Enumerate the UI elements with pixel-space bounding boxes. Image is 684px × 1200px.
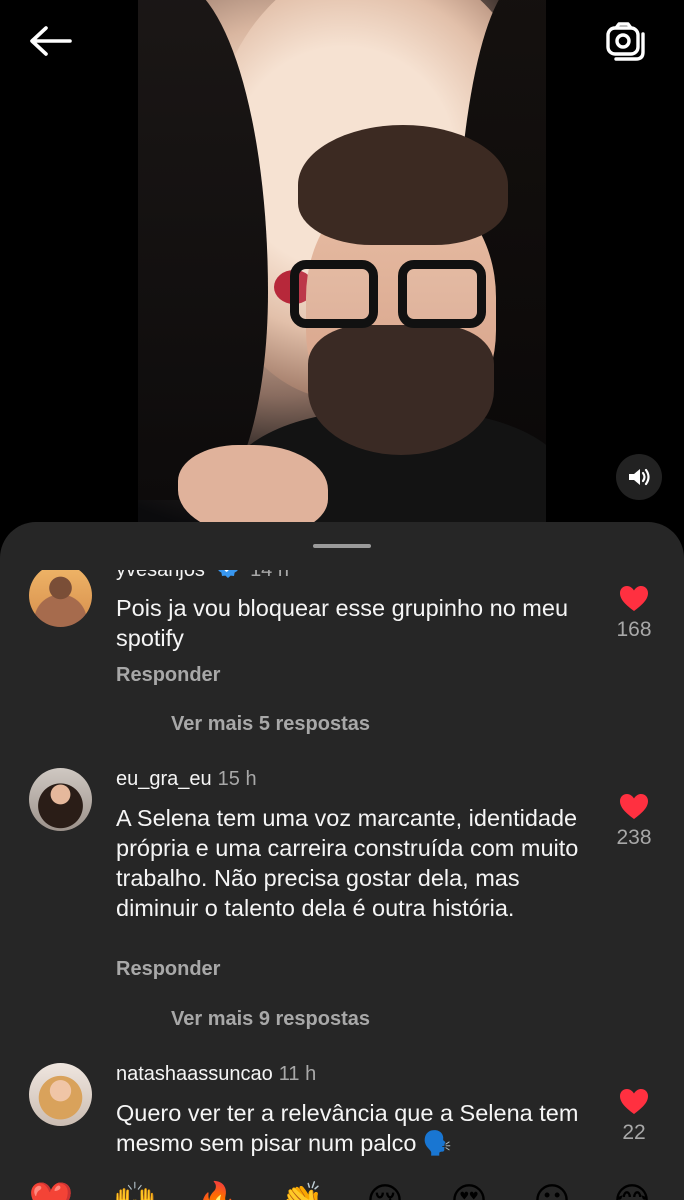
video-player[interactable]: [138, 0, 546, 560]
like-button[interactable]: 22: [600, 1088, 668, 1145]
like-count: 22: [622, 1121, 646, 1144]
arrow-left-icon: [30, 26, 72, 56]
avatar[interactable]: [29, 1063, 92, 1126]
heart-filled-icon: [620, 1089, 648, 1114]
comment-username[interactable]: yvesanjos: [116, 570, 205, 581]
comment-time: 11 h: [278, 1063, 317, 1085]
comment-text: A Selena tem uma voz marcante, identidad…: [116, 805, 579, 921]
like-count: 168: [616, 618, 652, 641]
comment-text: Pois ja vou bloquear esse grupinho no me…: [116, 595, 569, 651]
reply-button[interactable]: Responder: [116, 664, 220, 687]
avatar[interactable]: [29, 768, 92, 831]
comment-text: Quero ver ter a relevância que a Selena …: [116, 1100, 579, 1156]
emoji-laughing-button[interactable]: 😂: [609, 1178, 655, 1200]
emoji-heart-eyes-button[interactable]: 😍: [446, 1178, 492, 1200]
like-button[interactable]: 168: [600, 585, 668, 642]
emoji-heart-button[interactable]: ❤️: [28, 1178, 74, 1200]
comment-username[interactable]: natashaassuncao: [116, 1063, 273, 1085]
reply-button[interactable]: Responder: [116, 958, 220, 981]
camera-button[interactable]: [598, 16, 654, 66]
emoji-fire-button[interactable]: 🔥: [195, 1178, 241, 1200]
emoji-crying-button[interactable]: 😢: [362, 1178, 408, 1200]
comments-sheet: yvesanjos 14 h Pois ja vou bloquear esse…: [0, 522, 684, 1200]
avatar[interactable]: [29, 570, 92, 627]
back-button[interactable]: [22, 18, 78, 64]
comment-time: 15 h: [217, 768, 257, 790]
like-count: 238: [616, 826, 652, 849]
heart-filled-icon: [620, 586, 648, 611]
camera-icon: [606, 22, 645, 61]
comment-username[interactable]: eu_gra_eu: [116, 768, 212, 790]
sheet-drag-handle[interactable]: [313, 544, 371, 548]
sound-toggle-button[interactable]: [616, 454, 662, 500]
emoji-raising-hands-button[interactable]: 🙌: [112, 1178, 158, 1200]
heart-filled-icon: [620, 794, 648, 819]
like-button[interactable]: 238: [600, 793, 668, 850]
emoji-reaction-bar: ❤️ 🙌 🔥 👏 😢 😍 😮 😂: [0, 1178, 684, 1200]
comment-time: 14 h: [250, 570, 289, 581]
reel-comments-screen: yvesanjos 14 h Pois ja vou bloquear esse…: [0, 0, 684, 1200]
speaker-icon: [629, 468, 650, 486]
comments-list[interactable]: yvesanjos 14 h Pois ja vou bloquear esse…: [0, 570, 684, 1182]
view-more-replies[interactable]: Ver mais 9 respostas: [171, 1008, 370, 1031]
video-person: [178, 125, 546, 560]
view-more-replies[interactable]: Ver mais 5 respostas: [171, 713, 370, 736]
emoji-surprised-button[interactable]: 😮: [529, 1178, 575, 1200]
verified-badge-icon: [217, 570, 238, 578]
emoji-clap-button[interactable]: 👏: [279, 1178, 325, 1200]
